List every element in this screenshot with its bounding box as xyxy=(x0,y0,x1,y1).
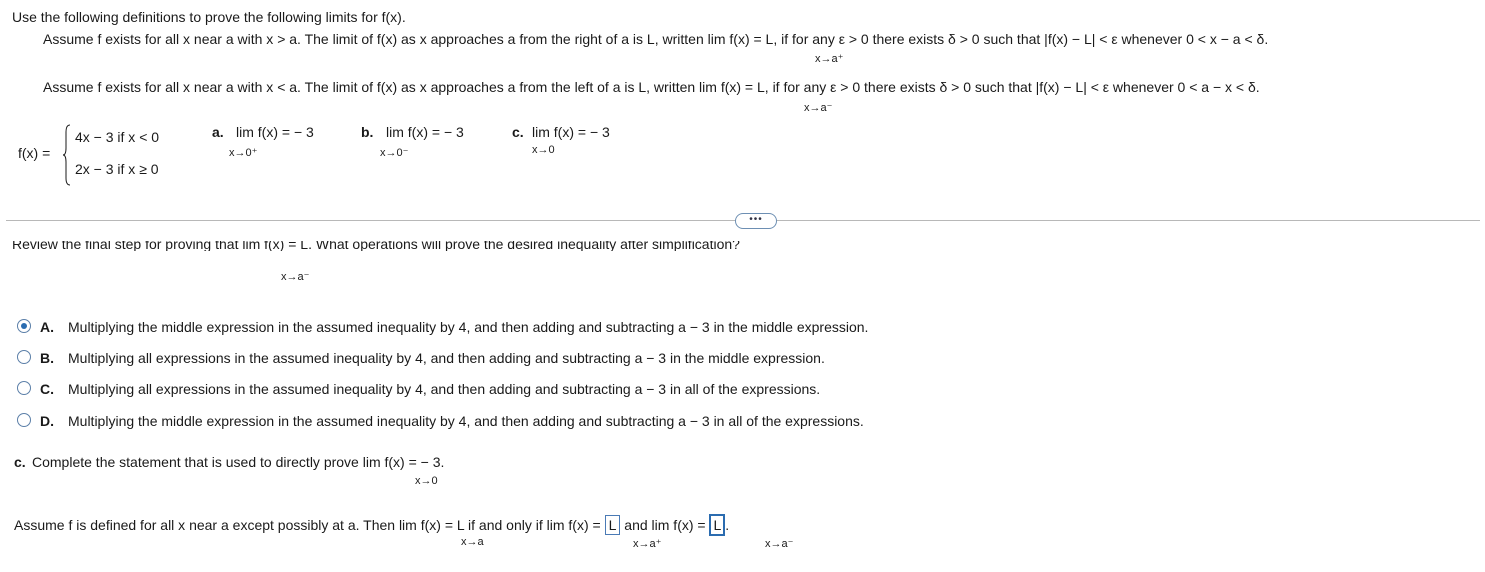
part-a-sub: x→0⁺ xyxy=(229,147,258,159)
option-d-text[interactable]: Multiplying the middle expression in the… xyxy=(68,413,864,429)
option-d-radio[interactable] xyxy=(17,413,31,427)
option-a-radio[interactable] xyxy=(17,319,31,333)
part-b-sub: x→0⁻ xyxy=(380,147,409,159)
option-b-text[interactable]: Multiplying all expressions in the assum… xyxy=(68,350,825,366)
statement-sub-1: x→a xyxy=(461,536,484,548)
option-b-letter: B. xyxy=(40,350,54,366)
part-c-sub: x→0 xyxy=(532,144,555,156)
statement-sub-3: x→a⁻ xyxy=(765,538,794,550)
option-c-radio[interactable] xyxy=(17,381,31,395)
expand-more-button[interactable]: ••• xyxy=(735,213,777,229)
statement-mid: and lim f(x) = xyxy=(624,517,706,533)
part-c-heading-letter: c. xyxy=(14,454,26,470)
part-c-letter: c. xyxy=(512,124,524,140)
option-b-radio[interactable] xyxy=(17,350,31,364)
instructions: Use the following definitions to prove t… xyxy=(12,9,406,25)
def-left-text: Assume f exists for all x near a with x … xyxy=(43,79,1260,95)
def-right-sub: x→a⁺ xyxy=(815,53,844,65)
function-case-1: 4x − 3 if x < 0 xyxy=(75,129,160,145)
question-clip: Review the final step for proving that l… xyxy=(12,241,740,251)
part-c-heading-text: Complete the statement that is used to d… xyxy=(32,454,445,470)
option-c-letter: C. xyxy=(40,381,54,397)
question-sub: x→a⁻ xyxy=(281,271,310,283)
def-left-sub: x→a⁻ xyxy=(804,102,833,114)
part-b-letter: b. xyxy=(361,124,374,140)
statement-sub-2: x→a⁺ xyxy=(633,538,662,550)
def-right-text: Assume f exists for all x near a with x … xyxy=(43,31,1269,47)
statement-end: . xyxy=(725,517,730,533)
option-c-text[interactable]: Multiplying all expressions in the assum… xyxy=(68,381,820,397)
part-c-heading-sub: x→0 xyxy=(415,475,438,487)
function-case-2: 2x − 3 if x ≥ 0 xyxy=(75,161,159,177)
question-text: Review the final step for proving that l… xyxy=(12,241,740,251)
statement-pre: Assume f is defined for all x near a exc… xyxy=(14,517,601,533)
part-c-expr: lim f(x) = − 3 xyxy=(532,124,610,140)
part-b-expr: lim f(x) = − 3 xyxy=(386,124,464,140)
answer-box-right-limit[interactable]: L xyxy=(604,515,621,535)
brace-icon xyxy=(63,124,71,186)
function-label: f(x) = xyxy=(18,145,51,161)
option-d-letter: D. xyxy=(40,413,54,429)
part-a-expr: lim f(x) = − 3 xyxy=(236,124,314,140)
part-a-letter: a. xyxy=(212,124,224,140)
option-a-letter: A. xyxy=(40,319,54,335)
answer-box-left-limit[interactable]: L xyxy=(709,514,726,536)
statement-row: Assume f is defined for all x near a exc… xyxy=(14,514,729,536)
option-a-text[interactable]: Multiplying the middle expression in the… xyxy=(68,319,868,335)
